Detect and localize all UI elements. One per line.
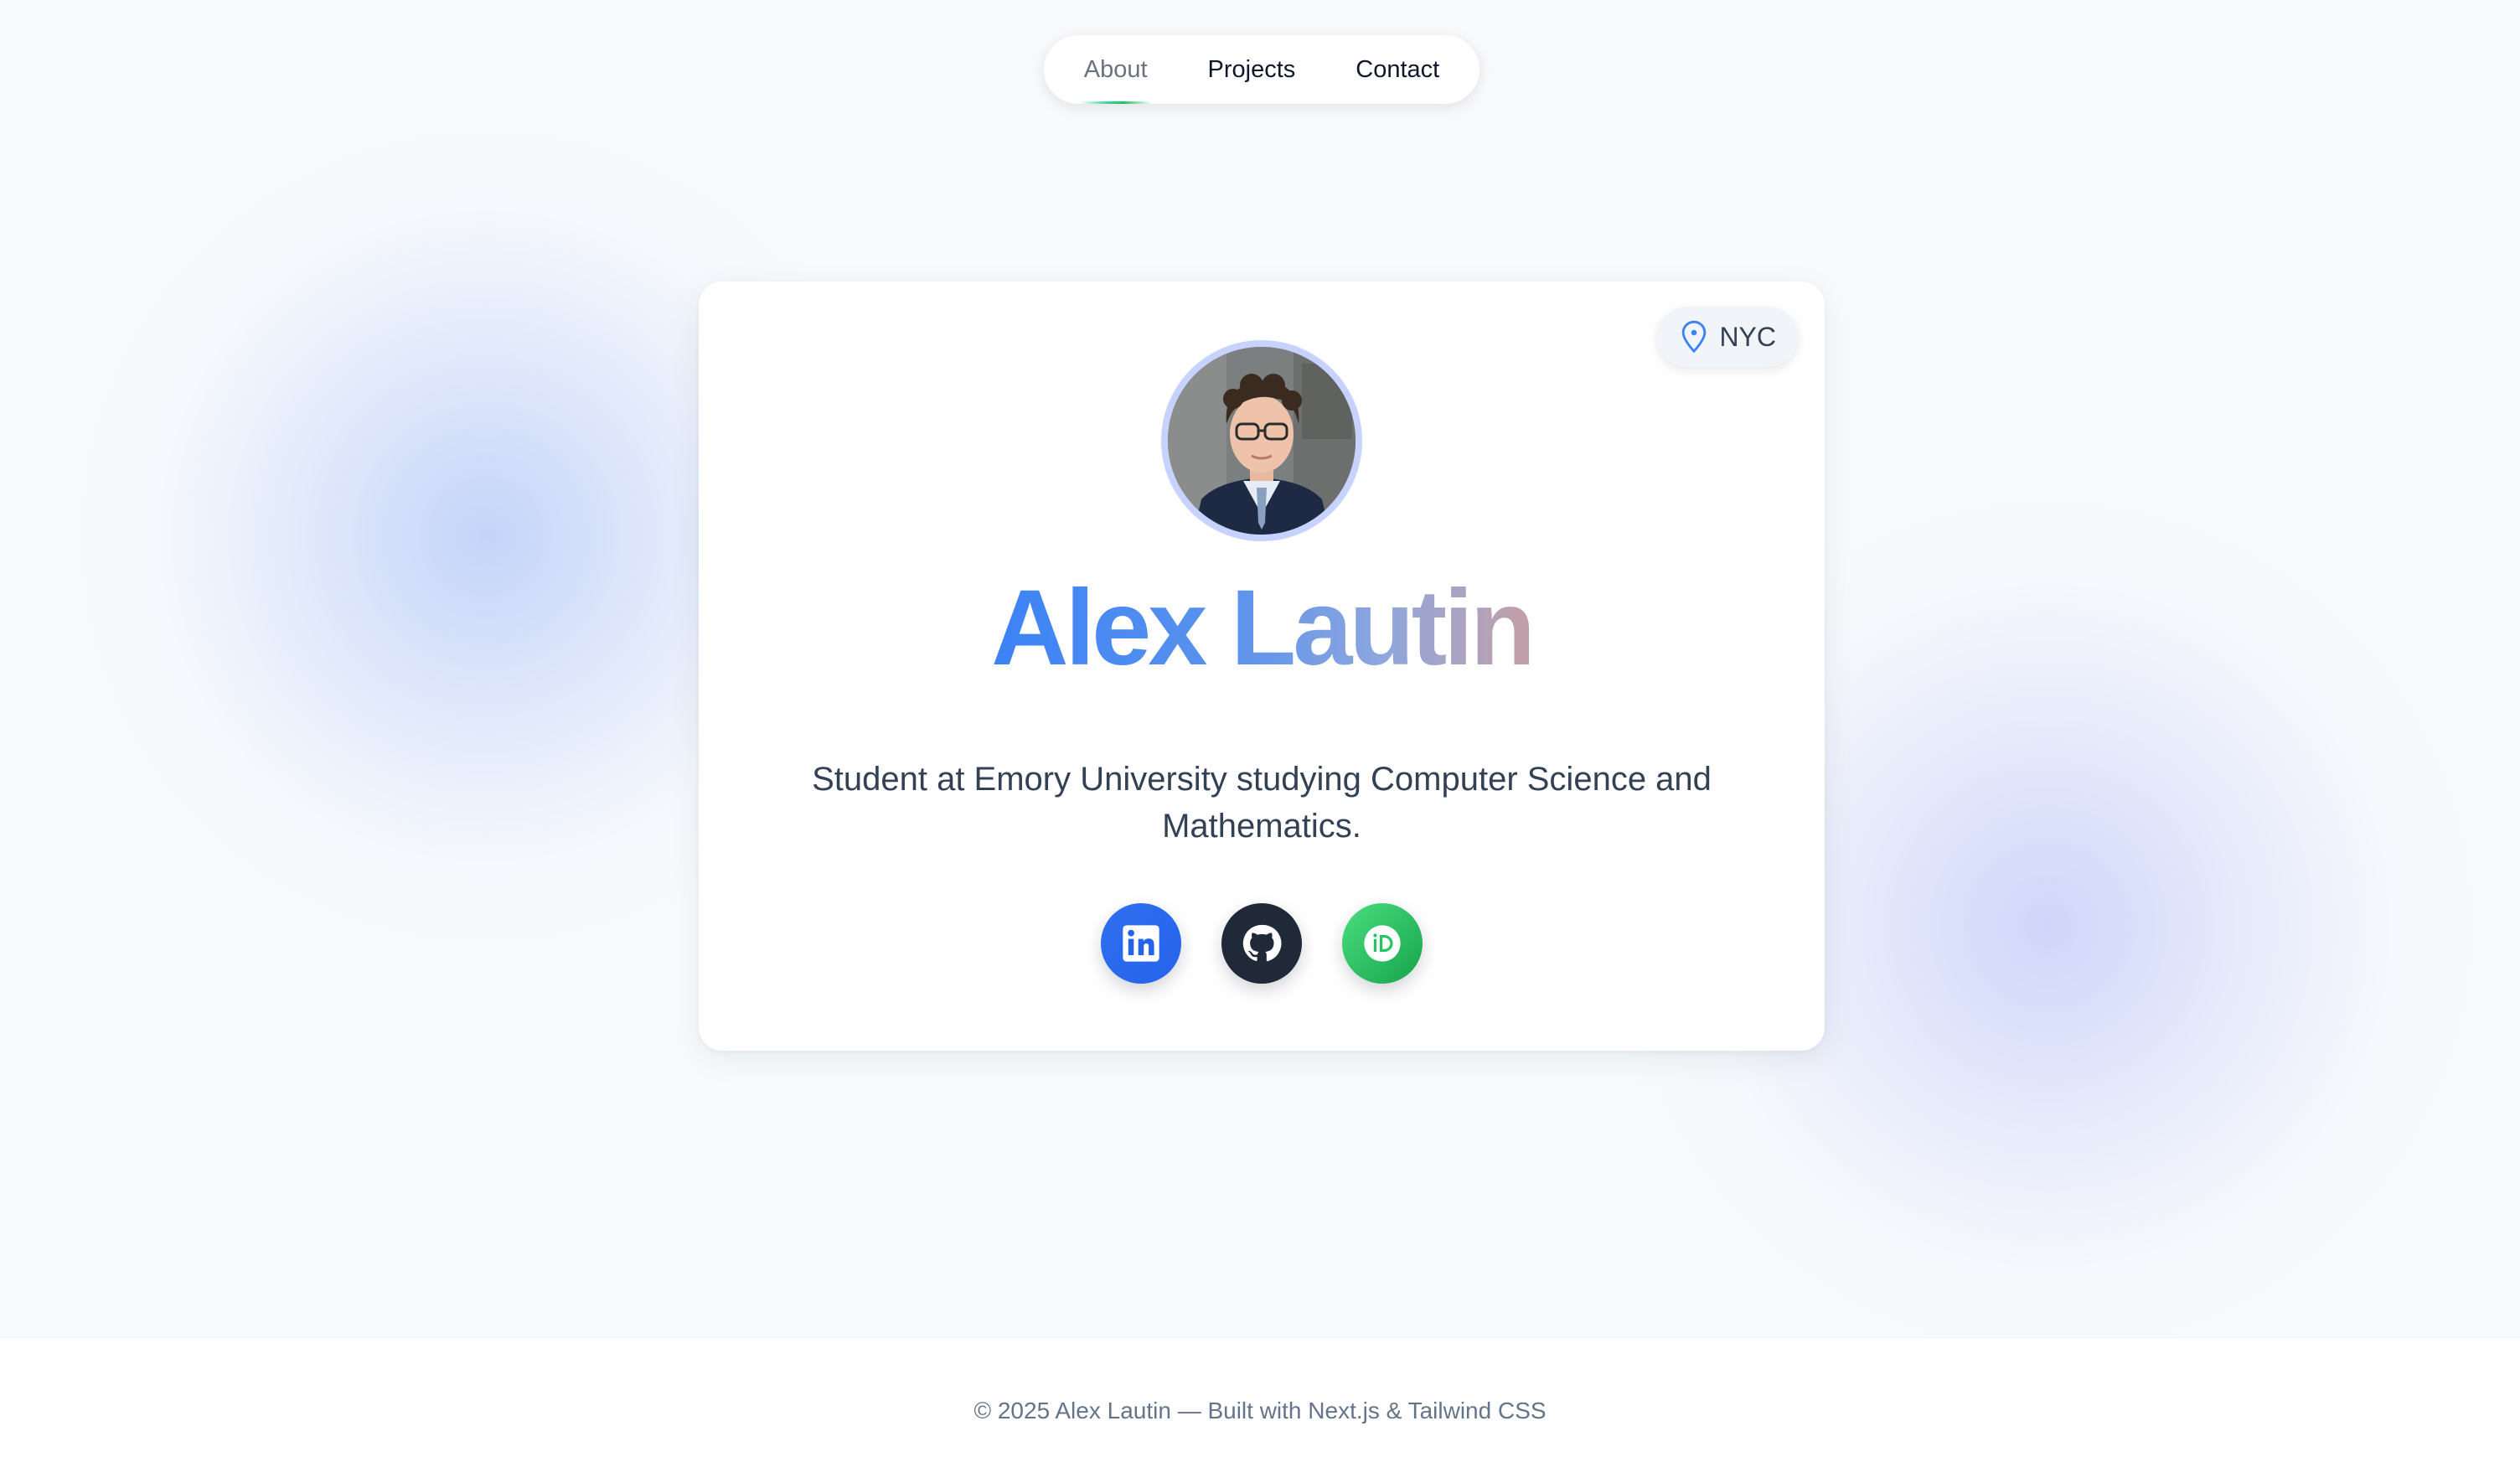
github-icon xyxy=(1242,924,1282,962)
map-pin-icon xyxy=(1682,320,1707,354)
nav-item-label: Projects xyxy=(1207,56,1296,83)
nav-item-about[interactable]: About xyxy=(1054,35,1178,104)
github-link[interactable] xyxy=(1221,903,1302,984)
active-indicator xyxy=(1079,101,1152,104)
profile-bio: Student at Emory University studying Com… xyxy=(812,761,1712,845)
location-badge: NYC xyxy=(1657,307,1798,367)
avatar-photo xyxy=(1168,347,1356,535)
profile-card: NYC Alex Lautin Student at Emory Univers… xyxy=(699,282,1825,1051)
footer-text: © 2025 Alex Lautin — Built with Next.js … xyxy=(973,1397,1547,1424)
linkedin-link[interactable] xyxy=(1101,903,1181,984)
nav-item-contact[interactable]: Contact xyxy=(1325,35,1469,104)
social-links xyxy=(699,903,1825,984)
top-nav: About Projects Contact xyxy=(1044,35,1479,104)
page-footer: © 2025 Alex Lautin — Built with Next.js … xyxy=(0,1337,2520,1483)
nav-item-label: About xyxy=(1083,56,1148,83)
orcid-link[interactable] xyxy=(1342,903,1423,984)
location-label: NYC xyxy=(1719,321,1776,352)
avatar xyxy=(1161,340,1362,541)
orcid-icon xyxy=(1364,925,1401,962)
linkedin-icon xyxy=(1123,925,1159,962)
nav-item-label: Contact xyxy=(1356,56,1440,83)
profile-name: Alex Lautin xyxy=(991,568,1536,688)
portrait-image xyxy=(1168,347,1356,535)
nav-item-projects[interactable]: Projects xyxy=(1178,35,1326,104)
